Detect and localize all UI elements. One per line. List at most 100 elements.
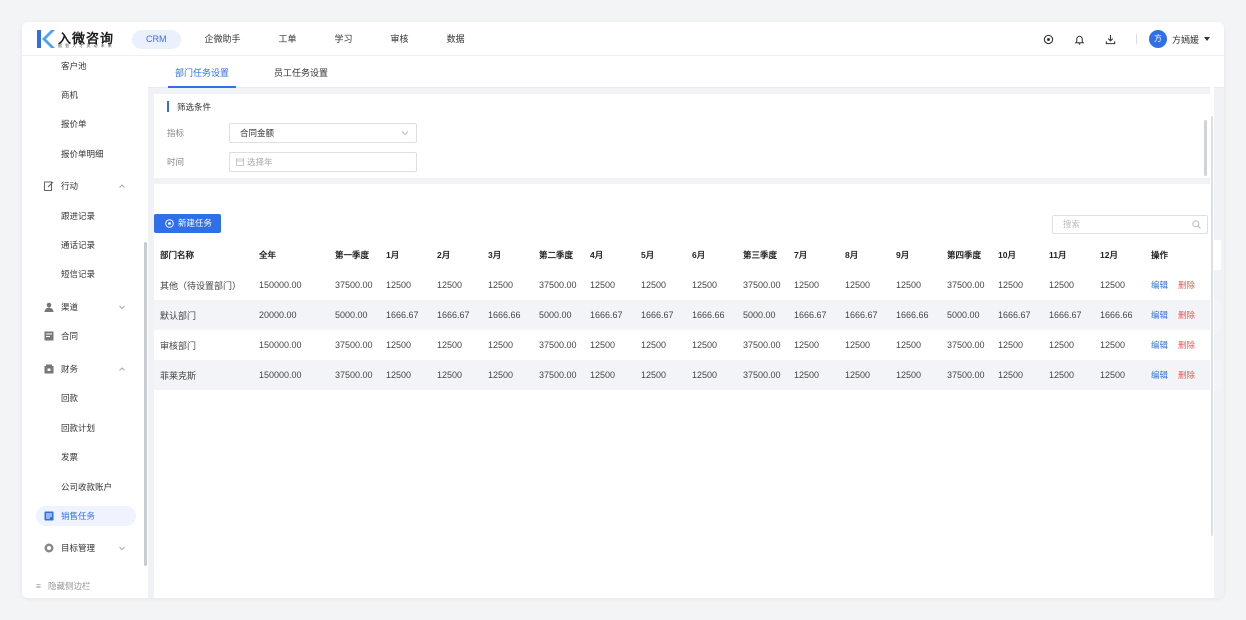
target-value-cell: 37500.00 xyxy=(737,360,788,390)
target-value-cell: 5000.00 xyxy=(941,300,992,330)
edit-icon xyxy=(44,181,54,191)
sidebar-item-sms-log[interactable]: 短信记录 xyxy=(36,264,136,284)
target-value-cell: 37500.00 xyxy=(329,360,380,390)
metric-select[interactable]: 合同金额 xyxy=(229,123,417,143)
user-name[interactable]: 方嫣媛 xyxy=(1172,33,1199,46)
sidebar-item-quote[interactable]: 报价单 xyxy=(36,114,136,134)
edit-link[interactable]: 编辑 xyxy=(1151,340,1168,350)
sidebar-item-call-log[interactable]: 通话记录 xyxy=(36,235,136,255)
chevron-up-icon xyxy=(119,184,125,188)
target-value-cell: 12500 xyxy=(437,280,463,290)
column-header: 1月 xyxy=(380,240,431,270)
filter-panel: 筛选条件 指标 合同金额 时间 选择年 xyxy=(154,94,1210,178)
sidebar-item-customer-pool[interactable]: 客户池 xyxy=(36,56,136,76)
target-value-cell: 12500 xyxy=(386,280,412,290)
search-input[interactable]: 搜索 xyxy=(1052,215,1208,234)
app-window: 入微咨询 赋 智 入 才 灵 动 未 来 CRM 企微助手 工单 学习 审核 数… xyxy=(22,22,1224,598)
target-value-cell: 1666.67 xyxy=(635,300,686,330)
user-icon xyxy=(44,302,54,312)
time-label: 时间 xyxy=(167,157,185,167)
metric-value: 合同金额 xyxy=(240,128,275,138)
sidebar-group-finance[interactable]: 财务 xyxy=(36,359,136,379)
tab-department-task[interactable]: 部门任务设置 xyxy=(168,66,236,88)
nav-data[interactable]: 数据 xyxy=(433,30,479,49)
sidebar-group-target[interactable]: 目标管理 xyxy=(36,538,136,558)
logo[interactable]: 入微咨询 赋 智 入 才 灵 动 未 来 xyxy=(36,28,136,50)
sidebar: 客户池 商机 报价单 报价单明细 行动 跟进记录 通话记录 短信记录 渠道 合同… xyxy=(22,56,148,598)
delete-link[interactable]: 删除 xyxy=(1178,370,1195,380)
sidebar-item-followup[interactable]: 跟进记录 xyxy=(36,206,136,226)
delete-link[interactable]: 删除 xyxy=(1178,310,1195,320)
target-value-cell: 12500 xyxy=(845,340,871,350)
target-value-cell: 1666.67 xyxy=(839,300,890,330)
download-icon[interactable] xyxy=(1104,32,1118,46)
target-value-cell: 12500 xyxy=(998,280,1024,290)
nav-work-order[interactable]: 工单 xyxy=(265,30,311,49)
target-value-cell: 1666.67 xyxy=(992,300,1043,330)
target-value-cell: 5000.00 xyxy=(737,300,788,330)
sidebar-item-payment[interactable]: 回款 xyxy=(36,388,136,408)
nav-learning[interactable]: 学习 xyxy=(321,30,367,49)
nav-crm[interactable]: CRM xyxy=(132,30,181,49)
target-value-cell: 12500 xyxy=(890,360,941,390)
target-value-cell: 5000.00 xyxy=(533,300,584,330)
sidebar-item-invoice[interactable]: 发票 xyxy=(36,447,136,467)
target-value-cell: 12500 xyxy=(1094,360,1145,390)
bell-icon[interactable] xyxy=(1073,32,1087,46)
target-value-cell: 12500 xyxy=(641,280,667,290)
sidebar-item-opportunity[interactable]: 商机 xyxy=(36,85,136,105)
sidebar-group-label: 渠道 xyxy=(61,302,79,312)
target-value-cell: 12500 xyxy=(437,340,463,350)
target-value-cell: 12500 xyxy=(839,360,890,390)
settings-icon[interactable] xyxy=(1042,32,1056,46)
target-value-cell: 150000.00 xyxy=(253,360,329,390)
chevron-down-icon xyxy=(401,131,409,136)
avatar[interactable]: 方 xyxy=(1148,30,1167,48)
delete-link[interactable]: 删除 xyxy=(1178,340,1195,350)
scrollbar-thumb[interactable] xyxy=(1211,116,1213,536)
edit-link[interactable]: 编辑 xyxy=(1151,310,1168,320)
target-value-cell: 37500.00 xyxy=(335,340,373,350)
sidebar-item-contract[interactable]: 合同 xyxy=(36,326,136,346)
nav-wecom-assistant[interactable]: 企微助手 xyxy=(191,30,255,49)
logo-slogan: 赋 智 入 才 灵 动 未 来 xyxy=(58,43,113,48)
content-panel: 新建任务 搜索 部门名称 全年 第一季度 1月 2月 3月 第二季度 4月 5月 6月 第三季度 7月… xyxy=(154,184,1221,598)
target-value-cell: 12500 xyxy=(1043,360,1094,390)
target-value-cell: 150000.00 xyxy=(259,340,302,350)
sidebar-scrollbar[interactable] xyxy=(144,242,147,566)
metric-label: 指标 xyxy=(167,128,185,138)
target-value-cell: 37500.00 xyxy=(539,340,577,350)
sidebar-item-company-account[interactable]: 公司收款账户 xyxy=(36,477,136,497)
sidebar-group-action[interactable]: 行动 xyxy=(36,176,136,196)
sidebar-item-sales-task[interactable]: 销售任务 xyxy=(36,506,136,526)
target-value-cell: 1666.67 xyxy=(1043,300,1094,330)
column-header: 2月 xyxy=(431,240,482,270)
target-value-cell: 150000.00 xyxy=(259,280,302,290)
main-area: 部门任务设置 员工任务设置 筛选条件 指标 合同金额 时间 选择年 新建任务 搜… xyxy=(148,56,1224,598)
sidebar-item-label: 销售任务 xyxy=(61,511,96,521)
tab-employee-task[interactable]: 员工任务设置 xyxy=(274,66,328,88)
plus-circle-icon xyxy=(165,219,174,228)
menu-icon: ≡ xyxy=(36,581,41,591)
target-value-cell: 37500.00 xyxy=(533,360,584,390)
hide-sidebar-button[interactable]: ≡ 隐藏侧边栏 xyxy=(36,580,91,592)
edit-link[interactable]: 编辑 xyxy=(1151,280,1168,290)
target-value-cell: 12500 xyxy=(992,360,1043,390)
filter-scrollbar[interactable] xyxy=(1204,120,1207,176)
caret-down-icon[interactable] xyxy=(1204,37,1210,41)
new-task-button[interactable]: 新建任务 xyxy=(154,214,221,233)
sidebar-item-quote-detail[interactable]: 报价单明细 xyxy=(36,144,136,164)
edit-link[interactable]: 编辑 xyxy=(1151,370,1168,380)
target-value-cell: 1666.67 xyxy=(788,300,839,330)
target-value-cell: 12500 xyxy=(794,280,820,290)
main-scrollbar[interactable] xyxy=(1210,56,1214,598)
target-value-cell: 37500.00 xyxy=(743,340,781,350)
sidebar-group-channel[interactable]: 渠道 xyxy=(36,297,136,317)
target-value-cell: 12500 xyxy=(686,360,737,390)
delete-link[interactable]: 删除 xyxy=(1178,280,1195,290)
year-picker[interactable]: 选择年 xyxy=(229,152,417,172)
sidebar-item-payment-plan[interactable]: 回款计划 xyxy=(36,418,136,438)
target-icon xyxy=(44,543,54,553)
column-header: 第四季度 xyxy=(941,240,992,270)
nav-review[interactable]: 审核 xyxy=(377,30,423,49)
